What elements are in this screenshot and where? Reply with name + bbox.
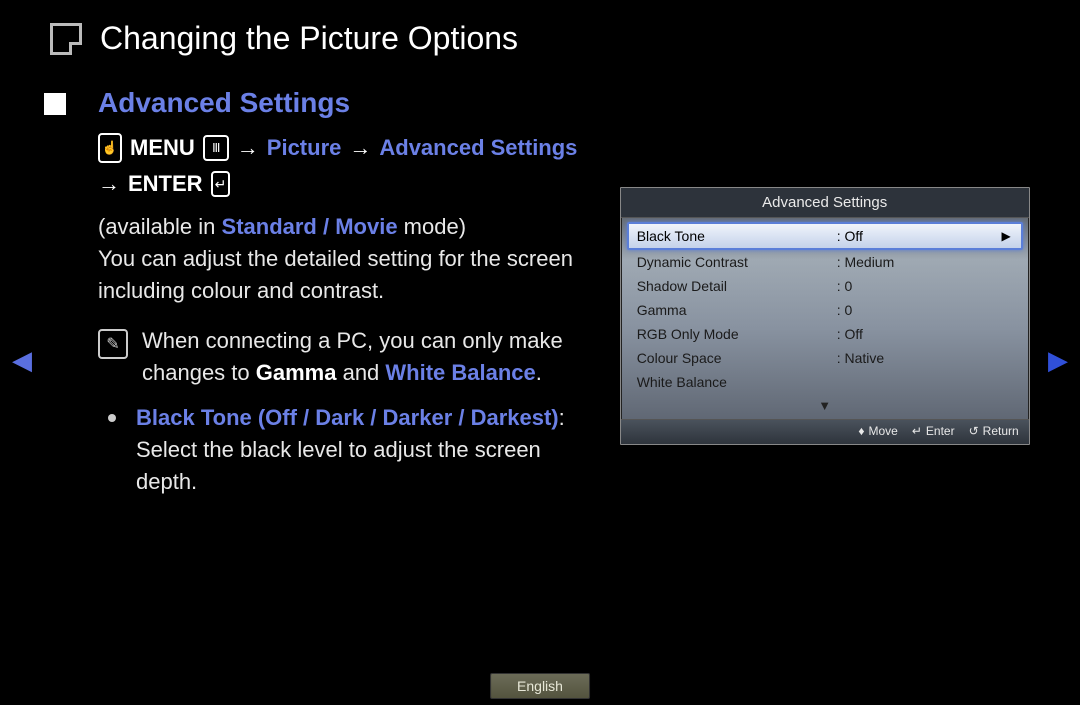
note-icon: ✎: [98, 329, 128, 359]
osd-row-black-tone[interactable]: Black Tone: Off▶: [627, 222, 1023, 250]
osd-row-label: White Balance: [637, 374, 837, 390]
description: You can adjust the detailed setting for …: [98, 243, 580, 307]
return-icon: ↺: [969, 424, 979, 438]
osd-footer: ♦Move ↵Enter ↺Return: [621, 419, 1029, 444]
section-heading: Advanced Settings: [98, 87, 580, 119]
black-tone-bullet: Black Tone (Off / Dark / Darker / Darkes…: [136, 402, 580, 498]
osd-title: Advanced Settings: [621, 188, 1029, 218]
enter-icon: ↵: [912, 424, 922, 438]
updown-icon: ♦: [858, 424, 864, 438]
book-icon: [50, 23, 82, 55]
osd-row-value: : Medium: [837, 254, 1013, 270]
osd-row-dynamic-contrast[interactable]: Dynamic Contrast: Medium: [627, 250, 1023, 274]
osd-row-shadow-detail[interactable]: Shadow Detail: 0: [627, 274, 1023, 298]
osd-row-value: : 0: [837, 278, 1013, 294]
osd-row-white-balance[interactable]: White Balance: [627, 370, 1023, 394]
arrow-icon: →: [237, 135, 259, 161]
osd-row-rgb-only-mode[interactable]: RGB Only Mode: Off: [627, 322, 1023, 346]
osd-return-hint: ↺Return: [969, 424, 1019, 438]
arrow-icon: →: [349, 135, 371, 161]
chevron-right-icon: ▶: [1001, 229, 1010, 243]
enter-icon: ↵: [211, 171, 231, 197]
page-title: Changing the Picture Options: [100, 20, 518, 57]
nav-next-button[interactable]: ▶: [1048, 345, 1068, 376]
osd-row-value: : Native: [837, 350, 1013, 366]
menu-grid-icon: Ⅲ: [203, 135, 229, 161]
hand-icon: ☝: [98, 133, 122, 163]
osd-more-indicator: ▼: [621, 396, 1029, 419]
breadcrumb-advanced-settings: Advanced Settings: [379, 135, 577, 161]
nav-prev-button[interactable]: ◀: [12, 345, 32, 376]
osd-row-label: RGB Only Mode: [637, 326, 837, 342]
osd-panel: Advanced Settings Black Tone: Off▶Dynami…: [620, 187, 1030, 445]
square-bullet-icon: [44, 93, 66, 115]
breadcrumb-menu: MENU: [130, 135, 195, 161]
osd-row-label: Dynamic Contrast: [637, 254, 837, 270]
osd-row-gamma[interactable]: Gamma: 0: [627, 298, 1023, 322]
osd-row-label: Black Tone: [637, 228, 837, 244]
breadcrumb-picture: Picture: [267, 135, 342, 161]
osd-row-value: : 0: [837, 302, 1013, 318]
osd-row-label: Shadow Detail: [637, 278, 837, 294]
pc-note: When connecting a PC, you can only make …: [142, 325, 580, 389]
osd-row-label: Gamma: [637, 302, 837, 318]
language-badge[interactable]: English: [490, 673, 590, 699]
breadcrumb-enter: ENTER: [128, 171, 203, 197]
availability-note: (available in Standard / Movie mode): [98, 211, 580, 243]
arrow-icon: →: [98, 171, 120, 197]
osd-row-colour-space[interactable]: Colour Space: Native: [627, 346, 1023, 370]
osd-row-value: : Off: [837, 326, 1013, 342]
breadcrumb: ☝ MENU Ⅲ → Picture → Advanced Settings →…: [98, 133, 580, 197]
osd-row-label: Colour Space: [637, 350, 837, 366]
osd-enter-hint: ↵Enter: [912, 424, 955, 438]
osd-move-hint: ♦Move: [858, 424, 897, 438]
osd-row-value: : Off: [837, 228, 1013, 244]
bullet-icon: [108, 414, 116, 422]
